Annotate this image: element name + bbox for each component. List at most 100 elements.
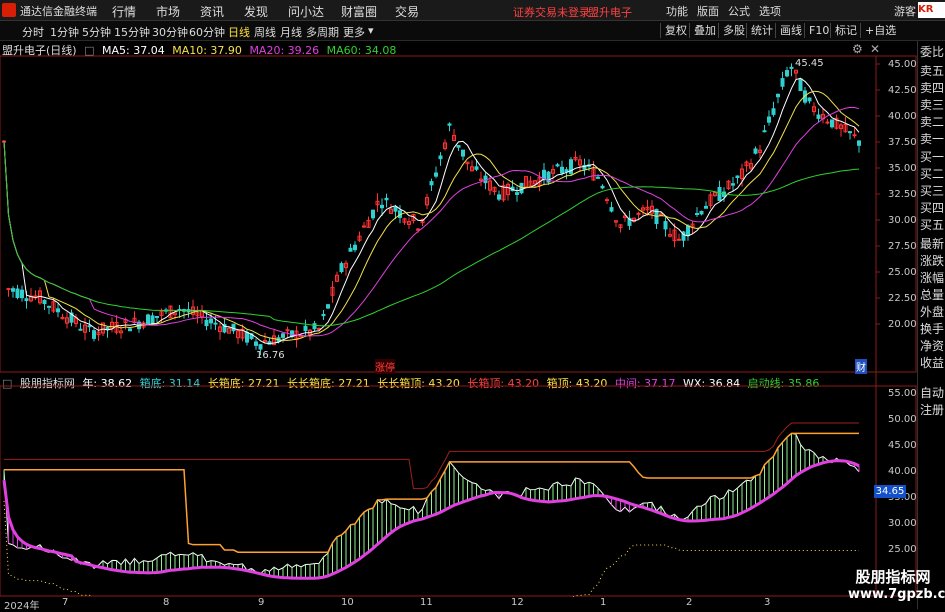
candle-body [209, 318, 213, 324]
tab-net-assets[interactable]: 净资 [920, 339, 945, 353]
candle-body [326, 304, 330, 309]
candle-body [609, 207, 614, 212]
tool-stats[interactable]: 统计 [746, 23, 773, 38]
candle-body [461, 149, 465, 157]
x-tick: 1 [600, 597, 607, 608]
tab-volume[interactable]: 总量 [920, 288, 945, 302]
kr-badge: KR [918, 2, 945, 18]
ma60-line [3, 141, 860, 327]
y-tick: 45.00 [888, 59, 917, 70]
finance-tag[interactable]: 财 [855, 359, 867, 374]
candle-body [20, 289, 24, 299]
menu-function[interactable]: 功能 [666, 3, 688, 19]
menu-news[interactable]: 资讯 [200, 3, 224, 20]
x-tick: 7 [62, 597, 69, 608]
candle-body [776, 93, 780, 98]
candle-body [416, 228, 420, 231]
candle-body [155, 315, 159, 318]
tool-draw[interactable]: 画线 [775, 23, 802, 38]
tab-turnover[interactable]: 换手 [920, 322, 945, 336]
candle-body [564, 169, 569, 173]
candle-body [254, 341, 258, 346]
y-tick: 22.50 [888, 293, 917, 304]
tool-overlay[interactable]: 叠加 [689, 23, 716, 38]
candle-body [474, 166, 479, 170]
period-5min[interactable]: 5分钟 [82, 24, 111, 40]
candle-body [515, 192, 519, 195]
candle-body [6, 288, 11, 291]
period-15min[interactable]: 15分钟 [114, 24, 150, 40]
menu-guest[interactable]: 游客 [894, 3, 916, 19]
y-tick: 42.50 [888, 85, 917, 96]
candle-body [348, 247, 353, 252]
tab-buy1[interactable]: 买一 [920, 150, 945, 164]
tool-multistock[interactable]: 多股 [718, 23, 745, 38]
period-30min[interactable]: 30分钟 [152, 24, 188, 40]
tab-sell2[interactable]: 卖二 [920, 115, 945, 129]
candle-body [312, 323, 317, 330]
login-warning[interactable]: 证券交易未登录 [513, 4, 590, 20]
chevron-down-icon[interactable]: ▾ [368, 24, 374, 37]
tab-sell4[interactable]: 卖四 [920, 81, 945, 95]
menu-options[interactable]: 选项 [759, 3, 781, 19]
period-60min[interactable]: 60分钟 [189, 24, 225, 40]
candle-body [830, 119, 834, 128]
tab-sell1[interactable]: 卖一 [920, 132, 945, 146]
candle-body [663, 221, 668, 230]
candle-body [204, 319, 209, 327]
menu-bar: 通达信金融终端 行情 市场 资讯 发现 问小达 财富圈 交易 证券交易未登录 盟… [0, 0, 945, 21]
period-daily[interactable]: 日线 [228, 24, 250, 40]
tab-earnings[interactable]: 收益 [920, 356, 945, 370]
candle-body [231, 323, 236, 332]
tab-buy5[interactable]: 买五 [920, 218, 945, 232]
candle-body [281, 333, 285, 338]
tab-change-pct[interactable]: 涨幅 [920, 271, 945, 285]
period-more[interactable]: 更多 [343, 24, 365, 40]
x-tick: 9 [258, 597, 265, 608]
tab-buy3[interactable]: 买三 [920, 184, 945, 198]
candle-body [245, 332, 249, 343]
app-logo-icon [2, 3, 16, 17]
menu-trade[interactable]: 交易 [395, 3, 419, 20]
candle-body [321, 313, 326, 317]
menu-quotes[interactable]: 行情 [112, 3, 136, 20]
period-intraday[interactable]: 分时 [22, 24, 44, 40]
limit-up-tag[interactable]: 涨停 [375, 359, 395, 374]
tab-buy2[interactable]: 买二 [920, 167, 945, 181]
ind-y-tick: 55.00 [888, 388, 917, 399]
tab-register[interactable]: 注册 [920, 403, 945, 417]
period-multi[interactable]: 多周期 [306, 24, 339, 40]
tab-sell5[interactable]: 卖五 [920, 64, 945, 78]
tab-sell3[interactable]: 卖三 [920, 98, 945, 112]
tab-auto[interactable]: 自动 [920, 386, 945, 400]
candle-body [429, 181, 434, 186]
tab-latest[interactable]: 最新 [920, 237, 945, 251]
tab-weibi[interactable]: 委比 [920, 45, 945, 59]
menu-wealth[interactable]: 财富圈 [341, 3, 377, 20]
tool-add-watchlist[interactable]: +自选 [860, 23, 896, 38]
tool-adjust[interactable]: 复权 [660, 23, 687, 38]
candle-body [560, 166, 564, 174]
candle-body [447, 123, 452, 126]
tool-f10[interactable]: F10 [804, 23, 829, 38]
tab-buy4[interactable]: 买四 [920, 201, 945, 215]
candle-body [285, 329, 290, 332]
candle-body [87, 325, 92, 328]
period-1min[interactable]: 1分钟 [50, 24, 79, 40]
candle-body [438, 155, 443, 160]
menu-market[interactable]: 市场 [156, 3, 180, 20]
menu-ask[interactable]: 问小达 [288, 3, 324, 20]
period-monthly[interactable]: 月线 [280, 24, 302, 40]
tab-outer[interactable]: 外盘 [920, 305, 945, 319]
x-tick: 8 [163, 597, 170, 608]
candle-body [789, 66, 794, 69]
candle-body [456, 145, 461, 148]
menu-layout[interactable]: 版面 [697, 3, 719, 19]
menu-formula[interactable]: 公式 [728, 3, 750, 19]
candle-body [303, 325, 308, 332]
period-weekly[interactable]: 周线 [254, 24, 276, 40]
tab-change[interactable]: 涨跌 [920, 254, 945, 268]
kline-chart[interactable] [0, 41, 917, 597]
menu-discover[interactable]: 发现 [244, 3, 268, 20]
tool-mark[interactable]: 标记 [830, 23, 857, 38]
